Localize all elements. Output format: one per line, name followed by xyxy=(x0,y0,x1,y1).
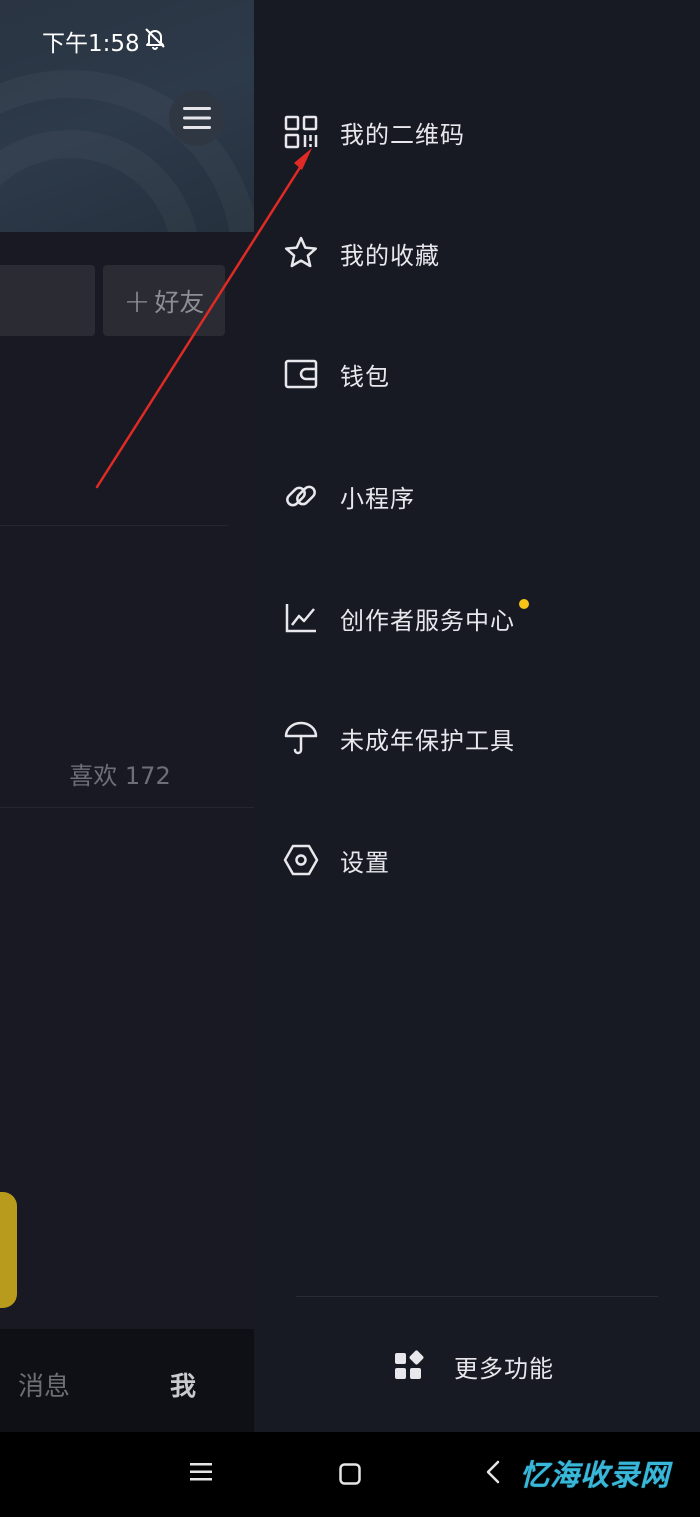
menu-item-settings[interactable]: 设置 xyxy=(282,825,682,895)
menu-item-favorites[interactable]: 我的收藏 xyxy=(282,218,682,288)
menu-item-qr-code[interactable]: 我的二维码 xyxy=(282,97,682,167)
menu-item-label: 我的收藏 xyxy=(340,241,440,270)
profile-page-background: + 好友 喜欢 172 消息 我 xyxy=(0,0,254,1432)
wallet-icon xyxy=(282,355,320,393)
menu-item-wallet[interactable]: 钱包 xyxy=(282,339,682,409)
nav-messages[interactable]: 消息 xyxy=(18,1366,70,1403)
menu-item-label-text: 创作者服务中心 xyxy=(340,606,515,635)
nav-me[interactable]: 我 xyxy=(170,1366,196,1403)
chart-icon xyxy=(282,599,320,637)
more-functions-label: 更多功能 xyxy=(454,1354,554,1383)
menu-item-label: 创作者服务中心 xyxy=(340,598,529,636)
menu-item-mini-programs[interactable]: 小程序 xyxy=(282,461,682,531)
menu-item-label: 设置 xyxy=(340,848,390,877)
more-functions-button[interactable]: 更多功能 xyxy=(394,1336,554,1396)
bottom-nav: 消息 我 xyxy=(0,1329,254,1432)
menu-item-label: 我的二维码 xyxy=(340,120,465,149)
link-icon xyxy=(282,477,320,515)
star-icon xyxy=(282,234,320,272)
more-functions-icon xyxy=(395,1350,424,1379)
back-icon[interactable] xyxy=(485,1460,501,1484)
menu-item-label: 钱包 xyxy=(340,362,390,391)
recent-apps-icon[interactable] xyxy=(190,1462,212,1482)
status-time: 下午1:58 xyxy=(42,31,140,57)
drawer-divider xyxy=(296,1296,658,1297)
side-drawer: 我的二维码 我的收藏 钱包 小程序 创作者服务中心 未成年保护工具 设置 更多功… xyxy=(254,0,700,1432)
menu-item-creator-center[interactable]: 创作者服务中心 xyxy=(282,583,682,653)
plus-icon: + xyxy=(123,281,151,320)
notification-dot xyxy=(519,598,529,609)
qr-code-icon xyxy=(282,113,320,151)
menu-item-label: 小程序 xyxy=(340,484,415,513)
settings-hexagon-icon xyxy=(282,841,320,879)
divider xyxy=(0,525,228,526)
floating-tab[interactable] xyxy=(0,1192,17,1308)
screen: + 好友 喜欢 172 消息 我 下午1:58 79 xyxy=(0,0,700,1517)
divider xyxy=(0,807,254,808)
edit-profile-button[interactable] xyxy=(0,265,95,336)
watermark: 忆海收录网 xyxy=(520,1458,671,1492)
menu-item-label: 未成年保护工具 xyxy=(340,726,515,755)
menu-item-minor-protection[interactable]: 未成年保护工具 xyxy=(282,703,682,773)
add-friend-label: 好友 xyxy=(154,287,205,317)
umbrella-icon xyxy=(282,719,320,757)
menu-toggle-button[interactable] xyxy=(169,90,225,146)
likes-tab[interactable]: 喜欢 172 xyxy=(60,756,180,791)
home-icon[interactable] xyxy=(339,1463,361,1485)
bell-muted-icon xyxy=(145,28,165,50)
add-friend-button[interactable]: + 好友 xyxy=(103,265,225,336)
hamburger-icon xyxy=(183,107,211,129)
